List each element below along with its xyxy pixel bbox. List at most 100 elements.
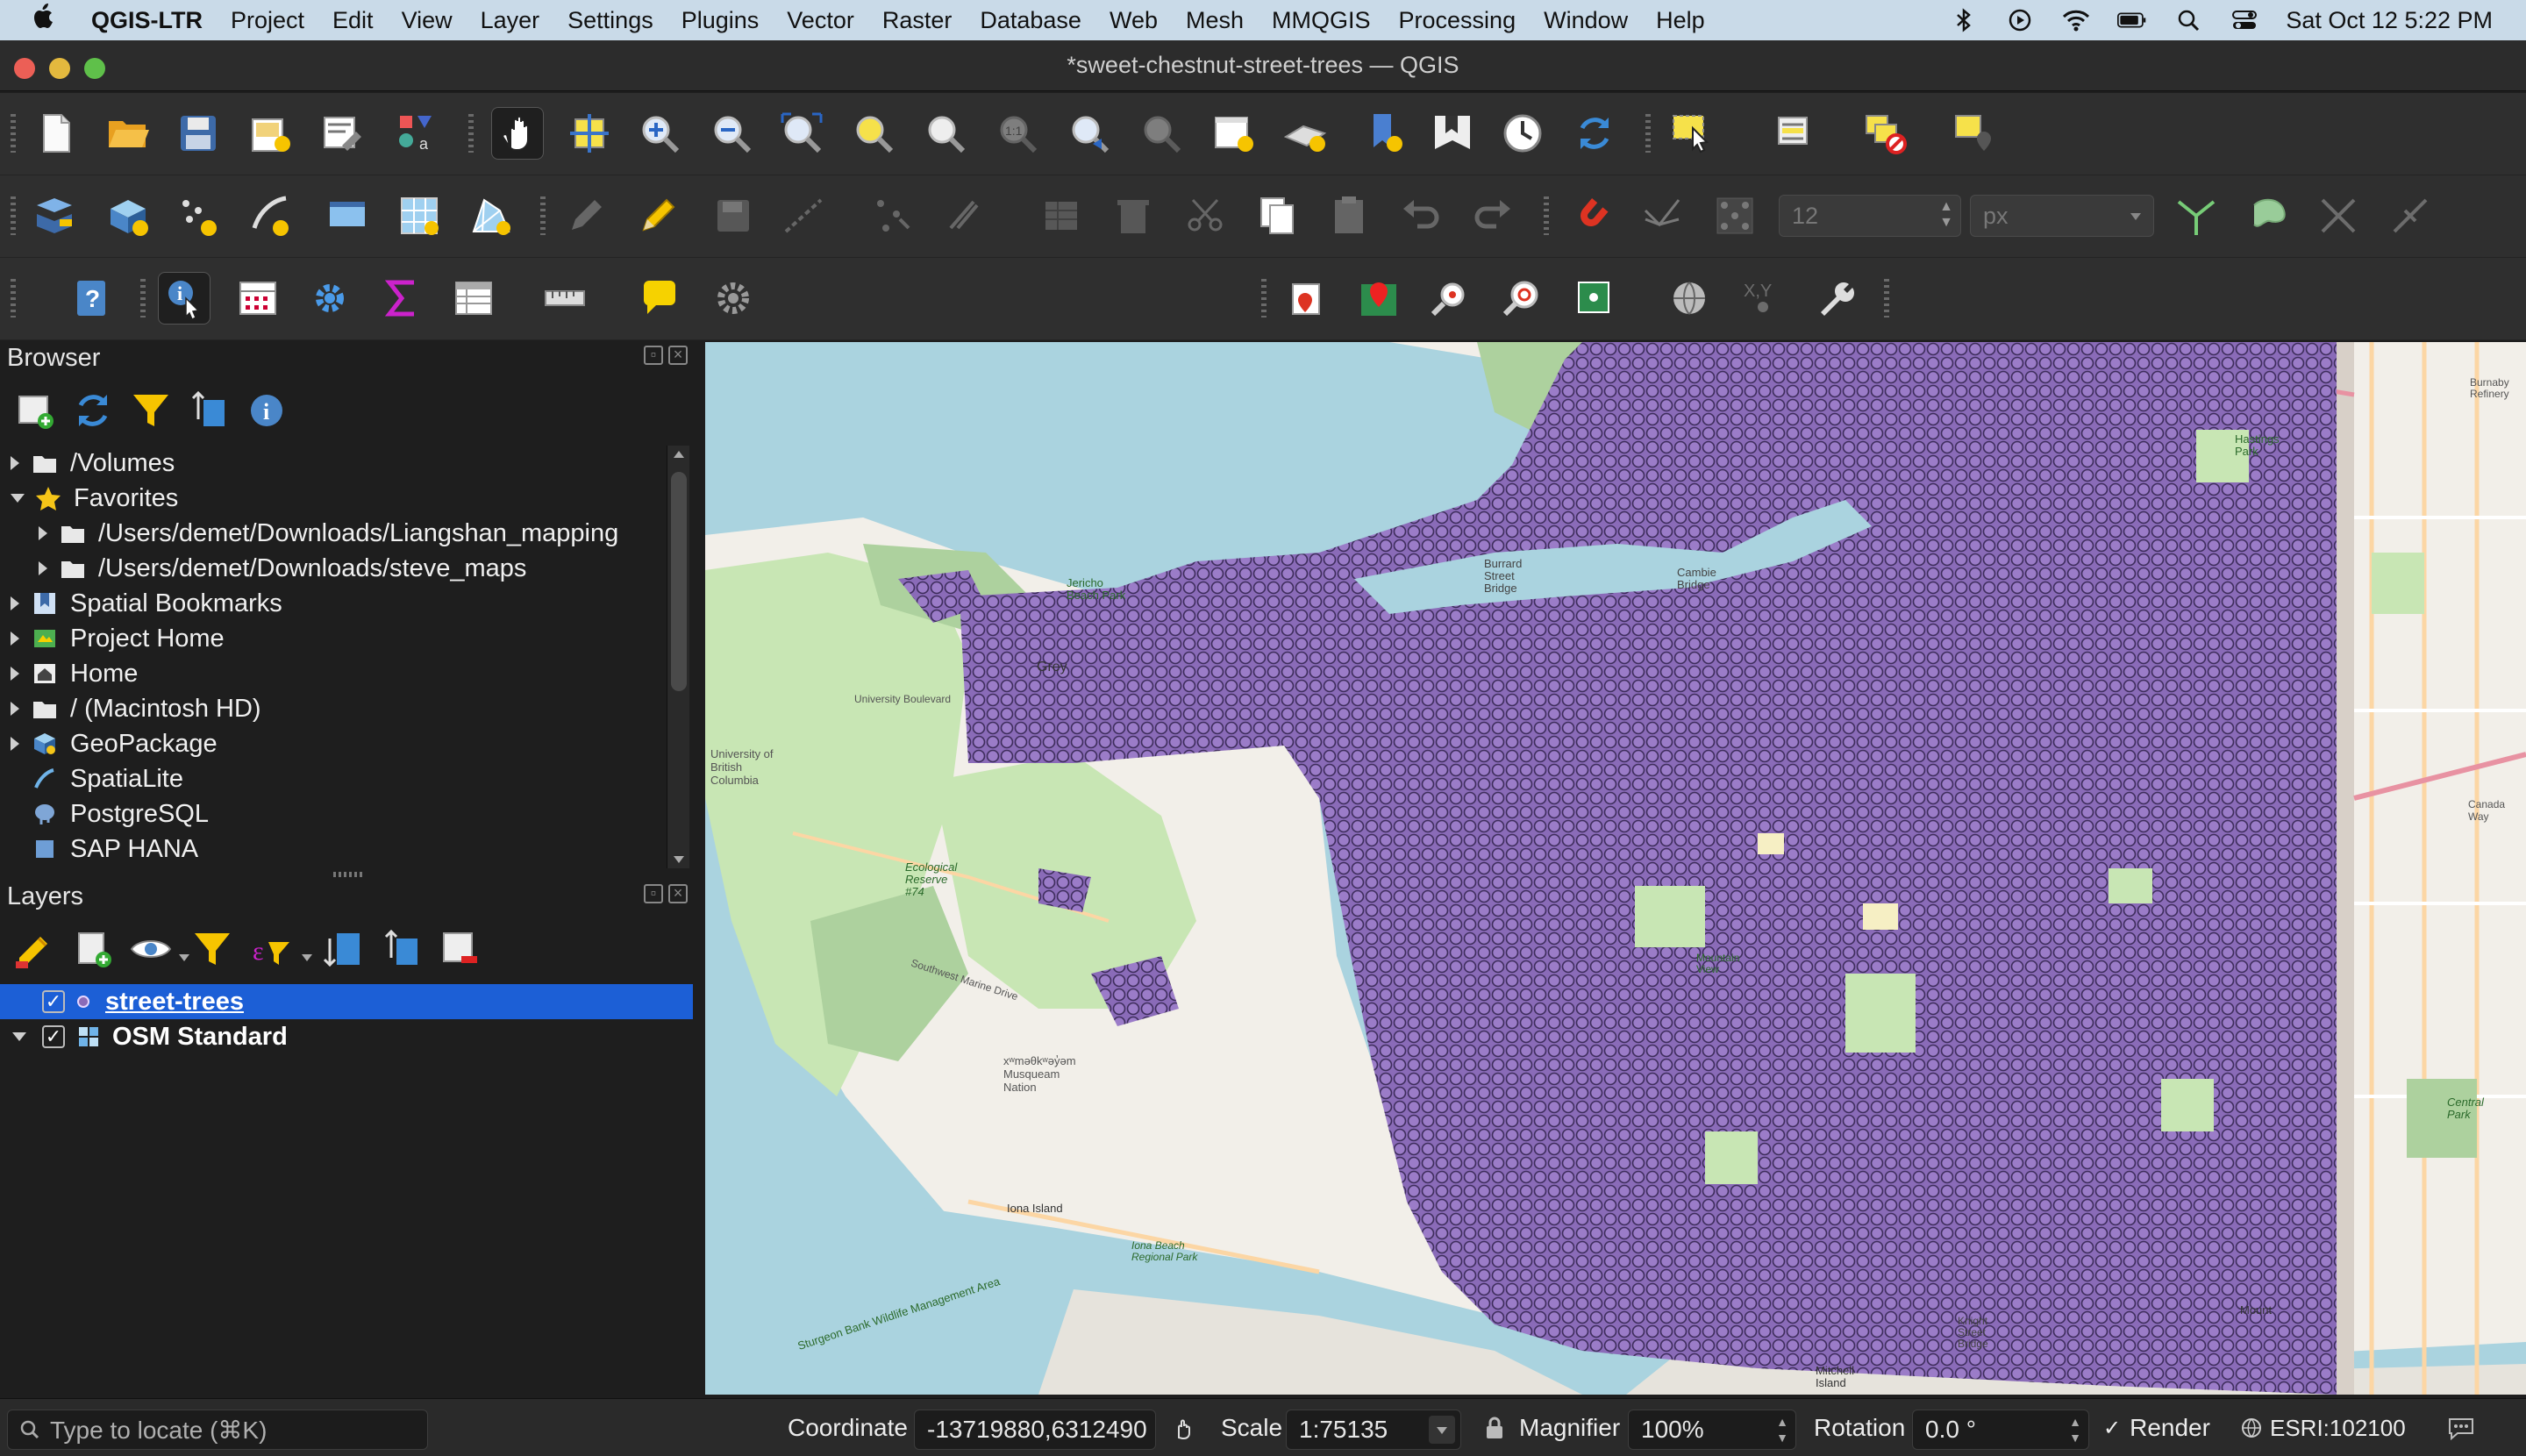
undo-icon[interactable] <box>1395 189 1447 242</box>
menu-project[interactable]: Project <box>231 7 304 34</box>
spotlight-search-icon[interactable] <box>2173 9 2203 32</box>
filter-by-expression-icon[interactable]: ε <box>244 923 296 975</box>
battery-icon[interactable] <box>2117 9 2147 32</box>
new-virtual-layer-icon[interactable] <box>321 189 374 242</box>
browser-item-steve-maps[interactable]: /Users/demet/Downloads/steve_maps <box>39 551 526 586</box>
messages-icon[interactable] <box>2447 1399 2475 1456</box>
menu-help[interactable]: Help <box>1656 7 1705 34</box>
vertex-tool-icon[interactable] <box>867 189 919 242</box>
filter-browser-icon[interactable] <box>125 384 177 437</box>
zoom-to-layer-icon[interactable] <box>919 107 972 160</box>
add-raster-layer-icon[interactable] <box>393 189 446 242</box>
browser-scrollbar[interactable] <box>667 446 689 868</box>
collapse-arrow-icon[interactable] <box>12 1032 26 1041</box>
snapping-tolerance-spinbox[interactable]: 12 ▲ ▼ <box>1779 195 1961 237</box>
enable-tracing-icon[interactable] <box>2312 189 2365 242</box>
xy-coordinate-icon[interactable]: X,Y <box>1735 272 1787 325</box>
expand-arrow-icon[interactable] <box>11 596 19 610</box>
layer-visibility-checkbox[interactable]: ✓ <box>42 990 65 1013</box>
add-to-layout-icon[interactable] <box>1281 272 1333 325</box>
zoom-out-icon[interactable] <box>705 107 758 160</box>
browser-item-volumes[interactable]: /Volumes <box>11 446 175 481</box>
trace-digitizing-icon[interactable] <box>2242 189 2294 242</box>
measure-line-icon[interactable] <box>539 272 591 325</box>
attribute-table-icon[interactable] <box>447 272 500 325</box>
zoom-to-extent-icon[interactable] <box>1496 272 1549 325</box>
browser-item-liangshan[interactable]: /Users/demet/Downloads/Liangshan_mapping <box>39 516 618 551</box>
select-by-location-icon[interactable] <box>1949 107 2002 160</box>
show-bookmarks-icon[interactable] <box>1426 107 1479 160</box>
new-print-layout-icon[interactable] <box>244 107 296 160</box>
toolbar-grip[interactable] <box>1884 279 1889 318</box>
redo-icon[interactable] <box>1466 189 1519 242</box>
layer-row-street-trees[interactable]: ✓ street-trees <box>0 984 693 1019</box>
menu-layer[interactable]: Layer <box>481 7 540 34</box>
menubar-clock[interactable]: Sat Oct 12 5:22 PM <box>2286 7 2493 34</box>
expand-arrow-icon[interactable] <box>11 667 19 681</box>
snapping-topology-icon[interactable] <box>1637 189 1689 242</box>
zoom-full-icon[interactable] <box>775 107 828 160</box>
open-layer-styling-icon[interactable] <box>9 923 61 975</box>
copy-features-icon[interactable] <box>1251 189 1303 242</box>
collapse-all-layers-icon[interactable] <box>375 923 428 975</box>
cut-features-icon[interactable] <box>1179 189 1231 242</box>
select-features-icon[interactable] <box>1666 107 1719 160</box>
style-manager-icon[interactable]: a <box>389 107 442 160</box>
current-edits-icon[interactable] <box>560 189 612 242</box>
data-source-manager-icon[interactable] <box>30 189 82 242</box>
properties-info-icon[interactable]: i <box>240 384 293 437</box>
play-status-icon[interactable] <box>2005 9 2035 32</box>
add-selected-layers-icon[interactable] <box>9 384 61 437</box>
processing-toolbox-icon[interactable] <box>303 272 356 325</box>
select-extent-icon[interactable] <box>1568 272 1621 325</box>
refresh-browser-icon[interactable] <box>67 384 119 437</box>
coordinate-field[interactable]: -13719880,6312490 <box>914 1410 1156 1450</box>
zoom-last-icon[interactable] <box>1063 107 1116 160</box>
temporal-controller-icon[interactable] <box>1496 107 1549 160</box>
new-temporary-scratch-layer-icon[interactable] <box>172 189 225 242</box>
layout-manager-icon[interactable] <box>316 107 368 160</box>
collapse-arrow-icon[interactable] <box>11 494 25 503</box>
open-project-icon[interactable] <box>102 107 154 160</box>
expand-all-icon[interactable] <box>318 923 370 975</box>
toolbar-grip[interactable] <box>1645 114 1651 153</box>
toggle-editing-icon[interactable] <box>632 189 684 242</box>
minimize-window-button[interactable] <box>49 58 70 79</box>
spin-arrows-icon[interactable]: ▲ ▼ <box>2069 1414 2081 1445</box>
browser-item-spatialite[interactable]: SpatiaLite <box>11 761 183 796</box>
panel-splitter[interactable] <box>333 872 365 877</box>
menu-view[interactable]: View <box>402 7 453 34</box>
toolbar-grip[interactable] <box>140 279 146 318</box>
save-layer-edits-icon[interactable] <box>707 189 760 242</box>
snapping-magnet-icon[interactable] <box>1565 189 1617 242</box>
pan-to-selection-icon[interactable] <box>563 107 616 160</box>
layer-row-osm-standard[interactable]: ✓ OSM Standard <box>0 1019 693 1054</box>
control-center-icon[interactable] <box>2230 9 2259 32</box>
add-mesh-layer-icon[interactable] <box>465 189 517 242</box>
new-map-view-icon[interactable] <box>1207 107 1259 160</box>
paste-features-icon[interactable] <box>1323 189 1375 242</box>
menu-app-name[interactable]: QGIS-LTR <box>91 7 203 34</box>
panel-float-icon[interactable]: ▫ <box>644 346 663 365</box>
layer-label[interactable]: OSM Standard <box>112 1023 288 1052</box>
lock-scale-icon[interactable] <box>1484 1399 1505 1456</box>
location-pin-icon[interactable] <box>1352 272 1405 325</box>
delete-selected-icon[interactable] <box>1107 189 1160 242</box>
browser-item-macintosh-hd[interactable]: / (Macintosh HD) <box>11 691 261 726</box>
toolbar-grip[interactable] <box>11 114 16 153</box>
menu-edit[interactable]: Edit <box>332 7 374 34</box>
self-snapping-icon[interactable] <box>2384 189 2437 242</box>
new-3d-map-view-icon[interactable] <box>1279 107 1331 160</box>
expand-arrow-icon[interactable] <box>11 456 19 470</box>
spin-arrows-icon[interactable]: ▲ ▼ <box>1939 199 1953 231</box>
scroll-down-icon[interactable] <box>674 856 684 863</box>
modify-attributes-icon[interactable] <box>938 189 991 242</box>
expand-arrow-icon[interactable] <box>11 632 19 646</box>
menu-web[interactable]: Web <box>1110 7 1158 34</box>
help-icon[interactable]: ? <box>65 272 118 325</box>
bluetooth-icon[interactable] <box>1949 8 1979 32</box>
browser-item-sap-hana[interactable]: SAP HANA <box>11 831 198 867</box>
topological-editing-icon[interactable] <box>2170 189 2223 242</box>
wrench-settings-icon[interactable] <box>1809 272 1861 325</box>
deselect-features-icon[interactable] <box>1859 107 1912 160</box>
